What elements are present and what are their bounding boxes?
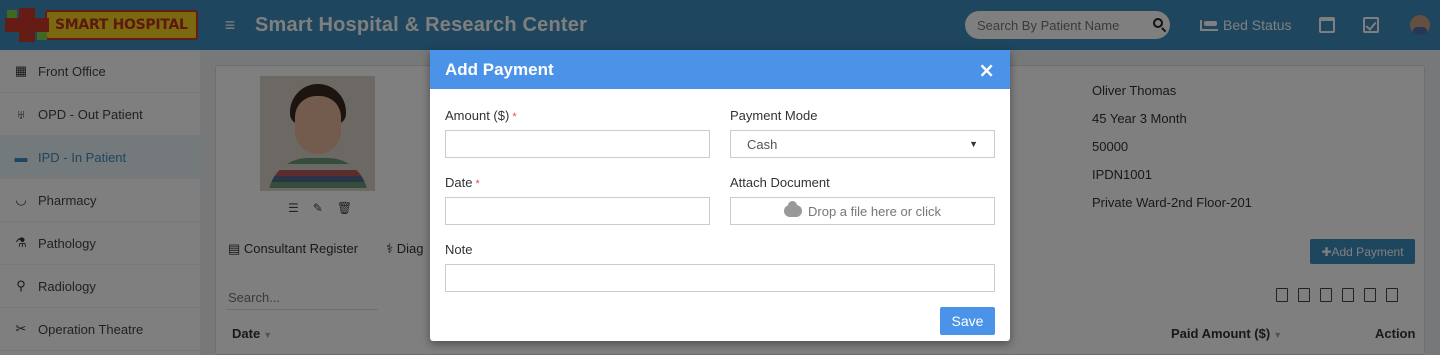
note-field[interactable] xyxy=(445,264,995,292)
cloud-upload-icon xyxy=(784,201,803,217)
save-button[interactable]: Save xyxy=(940,307,995,335)
date-label: Date * xyxy=(445,175,480,190)
add-payment-modal: Add Payment × Amount ($) * Payment Mode C… xyxy=(430,50,1010,341)
payment-mode-label: Payment Mode xyxy=(730,108,818,123)
amount-label: Amount ($) * xyxy=(445,108,517,123)
date-field[interactable] xyxy=(445,197,710,225)
note-label: Note xyxy=(445,242,473,257)
close-icon[interactable]: × xyxy=(978,60,995,80)
modal-title: Add Payment xyxy=(445,59,554,79)
dropzone-text: Drop a file here or click xyxy=(808,203,941,219)
payment-mode-value: Cash xyxy=(747,136,778,152)
payment-mode-select[interactable]: Cash ▼ xyxy=(730,130,995,158)
chevron-down-icon: ▼ xyxy=(969,139,978,149)
file-dropzone[interactable]: Drop a file here or click xyxy=(730,197,995,225)
amount-field[interactable] xyxy=(445,130,710,158)
modal-header: Add Payment × xyxy=(430,50,1010,89)
attach-document-label: Attach Document xyxy=(730,175,830,190)
